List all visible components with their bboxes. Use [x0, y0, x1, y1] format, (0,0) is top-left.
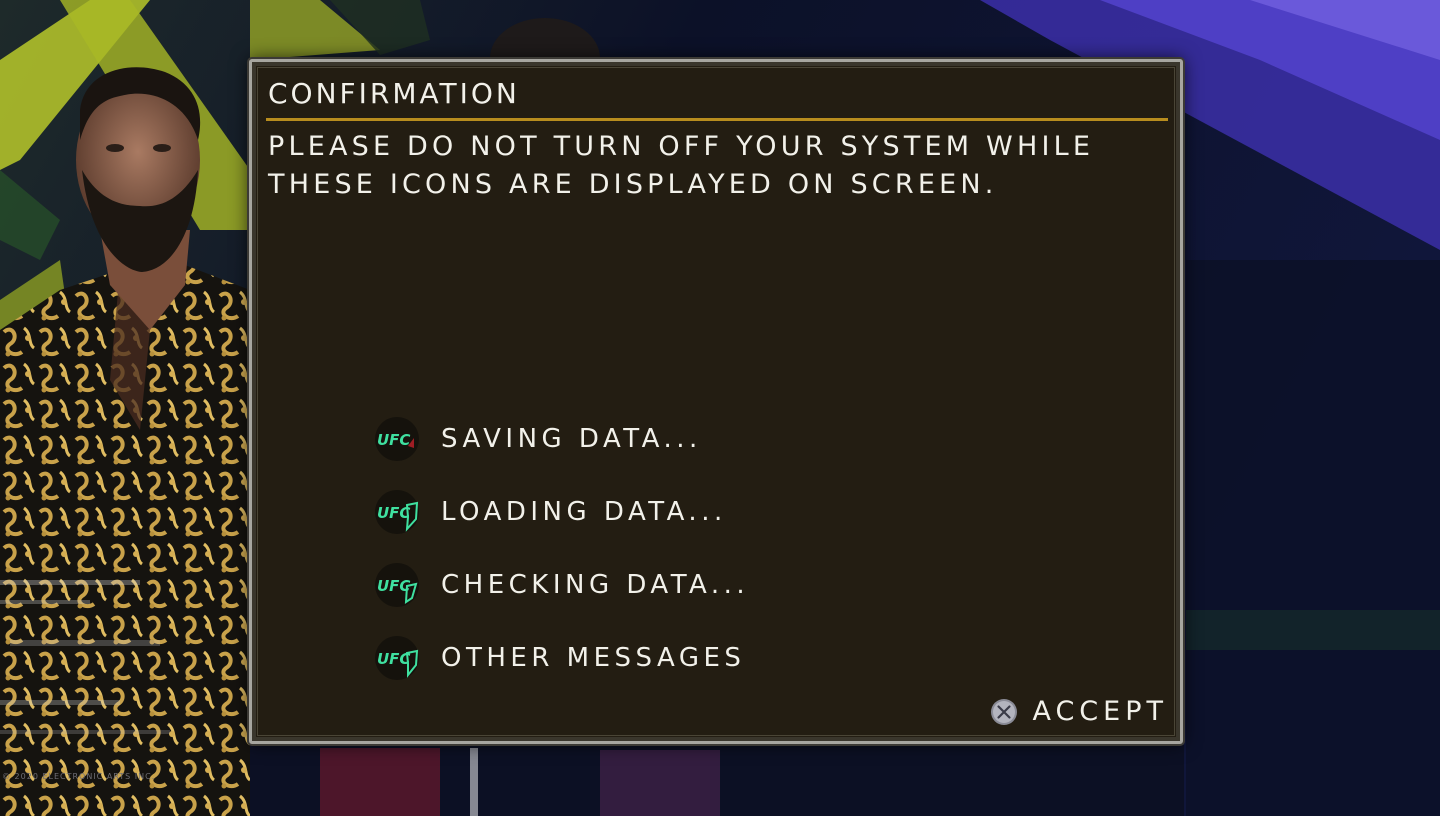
checking-data-label: CHECKING DATA... [441, 570, 750, 600]
list-item: UFC LOADING DATA... [374, 489, 854, 537]
dialog-title: CONFIRMATION [268, 77, 520, 110]
list-item: UFC CHECKING DATA... [374, 562, 854, 610]
message-line-2: THESE ICONS ARE DISPLAYED ON SCREEN. [268, 169, 998, 200]
accept-label: ACCEPT [1032, 696, 1168, 727]
dialog-message: PLEASE DO NOT TURN OFF YOUR SYSTEM WHILE… [268, 128, 1148, 204]
saving-data-label: SAVING DATA... [441, 424, 702, 454]
accept-button[interactable]: ACCEPT [990, 695, 1168, 729]
message-line-1: PLEASE DO NOT TURN OFF YOUR SYSTEM WHILE [268, 131, 1095, 162]
cross-button-icon [991, 699, 1018, 725]
list-item: UFC OTHER MESSAGES [374, 635, 854, 683]
copyright-text: © 2020 ELECTRONIC ARTS INC. [2, 772, 156, 781]
confirmation-dialog: CONFIRMATION PLEASE DO NOT TURN OFF YOUR… [249, 59, 1183, 744]
ufc-checking-icon: UFC [375, 563, 419, 607]
svg-text:UFC: UFC [377, 650, 410, 668]
title-divider [266, 118, 1168, 121]
svg-text:UFC: UFC [377, 431, 410, 449]
svg-text:UFC: UFC [377, 504, 410, 522]
svg-text:UFC: UFC [377, 577, 410, 595]
ufc-other-icon: UFC [375, 636, 419, 680]
ufc-loading-icon: UFC [375, 490, 419, 534]
ufc-saving-icon: UFC [375, 417, 419, 461]
other-messages-label: OTHER MESSAGES [441, 643, 746, 673]
list-item: UFC SAVING DATA... [374, 416, 854, 464]
loading-data-label: LOADING DATA... [441, 497, 727, 527]
